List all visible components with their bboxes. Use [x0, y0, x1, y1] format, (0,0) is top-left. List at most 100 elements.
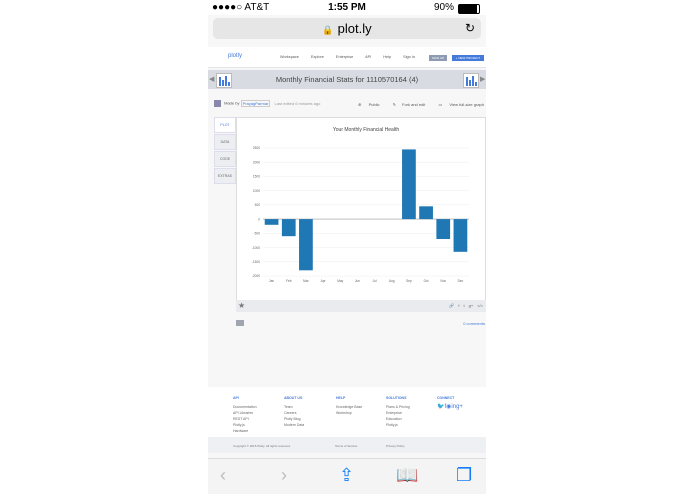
- footer-link[interactable]: Modern Data: [284, 422, 304, 428]
- footer-heading: CONNECT: [437, 396, 455, 400]
- y-tick-label: -2000: [252, 274, 260, 278]
- site-header: plotly Workspace Explore Enterprise API …: [208, 47, 486, 68]
- plot-thumbnail-small[interactable]: [236, 320, 244, 326]
- star-icon[interactable]: ★: [238, 301, 245, 310]
- monitor-icon: ▭: [438, 102, 443, 107]
- footer-heading: API: [233, 396, 239, 400]
- reload-icon[interactable]: ↻: [465, 18, 475, 39]
- site-footer: API Documentation API Libraries REST API…: [208, 387, 486, 437]
- comments-link[interactable]: 0 comments: [463, 321, 485, 326]
- url-text: plot.ly: [337, 21, 372, 36]
- next-plot-thumbnail[interactable]: [463, 73, 479, 88]
- x-tick-label: Apr: [321, 279, 327, 283]
- phone-screen: ●●●●○ AT&T 1:55 PM 90% 🔒 plot.ly ↻ plotly…: [208, 0, 486, 494]
- tab-extras[interactable]: EXTRAS: [214, 168, 236, 184]
- bar-mar: [299, 219, 313, 271]
- x-tick-label: May: [337, 279, 343, 283]
- battery-percent: 90%: [433, 2, 454, 13]
- google-plus-icon[interactable]: g+: [456, 404, 463, 410]
- tab-code[interactable]: CODE: [214, 151, 236, 167]
- nav-sign-in[interactable]: Sign In: [403, 55, 415, 59]
- fork-edit-link[interactable]: ✎ Fork and edit: [387, 102, 426, 107]
- battery-icon: [458, 4, 480, 14]
- bar-dec: [453, 219, 468, 252]
- author-link[interactable]: PrayagParmar: [240, 99, 271, 107]
- status-bar: ●●●●○ AT&T 1:55 PM 90%: [208, 0, 486, 15]
- back-icon[interactable]: ‹: [220, 465, 226, 486]
- terms-link[interactable]: Terms of Service: [335, 444, 357, 448]
- y-tick-label: 2000: [253, 160, 260, 164]
- footer-link[interactable]: Workshop: [336, 410, 362, 416]
- site-nav: Workspace Explore Enterprise API Help Si…: [280, 55, 426, 59]
- full-size-text: View full-size graph: [449, 102, 484, 107]
- bar-chart: Your Monthly Financial Health 2500 2000 150…: [252, 127, 469, 283]
- google-plus-icon[interactable]: g+: [469, 303, 474, 308]
- tab-data[interactable]: DATA: [214, 134, 236, 150]
- nav-explore[interactable]: Explore: [311, 55, 324, 59]
- x-tick-label: Nov: [440, 279, 446, 283]
- twitter-icon[interactable]: t: [464, 303, 465, 308]
- x-tick-label: Jun: [355, 279, 360, 283]
- public-label: ⊕ Public: [352, 102, 379, 107]
- footer-col-solutions: SOLUTIONS Plans & Pricing Enterprise Edu…: [386, 395, 410, 428]
- copyright-text: Copyright © 2015 Plotly. All rights rese…: [233, 444, 291, 448]
- copyright-bar: Copyright © 2015 Plotly. All rights rese…: [208, 437, 486, 453]
- y-tick-label: 2500: [253, 146, 260, 150]
- nav-api[interactable]: API: [365, 55, 371, 59]
- sign-up-button[interactable]: SIGN UP: [429, 55, 447, 61]
- social-icons: 🐦f◉ing+: [437, 404, 463, 410]
- nav-workspace[interactable]: Workspace: [280, 55, 299, 59]
- tabs-icon[interactable]: ❐: [456, 465, 472, 486]
- y-tick-label: 1500: [253, 175, 260, 179]
- new-project-button[interactable]: + NEW PROJECT: [452, 55, 484, 61]
- x-tick-label: Jan: [269, 279, 274, 283]
- bar-nov: [436, 219, 451, 240]
- footer-col-api: API Documentation API Libraries REST API…: [233, 395, 257, 434]
- y-tick-label: -1500: [252, 260, 260, 264]
- pencil-icon: ✎: [392, 102, 396, 107]
- view-full-size-link[interactable]: ▭ View full-size graph: [432, 102, 484, 107]
- y-tick-label: -500: [254, 232, 261, 236]
- x-tick-label: Feb: [286, 279, 292, 283]
- side-tabs: PLOT DATA CODE EXTRAS: [214, 117, 236, 185]
- footer-heading: SOLUTIONS: [386, 396, 407, 400]
- footer-heading: ABOUT US: [284, 396, 303, 400]
- x-tick-label: Jul: [373, 279, 377, 283]
- bookmarks-icon[interactable]: 📖: [396, 465, 418, 486]
- footer-link[interactable]: Hardware: [233, 428, 257, 434]
- lock-icon: 🔒: [322, 25, 334, 35]
- privacy-link[interactable]: Privacy Policy: [386, 444, 405, 448]
- share-icon[interactable]: ⇪: [339, 465, 354, 486]
- plot-actions: ⊕ Public ✎ Fork and edit ▭ View full-size…: [346, 102, 484, 107]
- plot-area: Your Monthly Financial Health 2500 2000 150…: [236, 117, 486, 301]
- link-icon[interactable]: 🔗: [449, 303, 454, 308]
- footer-col-connect: CONNECT 🐦f◉ing+: [437, 395, 463, 410]
- made-by: Made by PrayagParmar Last edited 6 minut…: [214, 99, 320, 107]
- embed-icon[interactable]: </>: [477, 303, 483, 308]
- safari-toolbar: ‹ › ⇪ 📖 ❐: [208, 458, 486, 494]
- nav-help[interactable]: Help: [383, 55, 391, 59]
- made-by-label: Made by: [224, 100, 240, 106]
- footer-link[interactable]: Plotly.js: [386, 422, 410, 428]
- bar-feb: [281, 219, 296, 237]
- address-bar[interactable]: 🔒 plot.ly ↻: [213, 18, 481, 39]
- forward-icon[interactable]: ›: [281, 465, 287, 486]
- footer-heading: HELP: [336, 396, 346, 400]
- nav-enterprise[interactable]: Enterprise: [336, 55, 353, 59]
- y-tick-label: -1000: [252, 246, 260, 250]
- next-arrow-icon[interactable]: ▶: [480, 75, 485, 83]
- facebook-icon[interactable]: f: [458, 303, 459, 308]
- share-icons: 🔗 f t g+ </>: [445, 303, 483, 308]
- public-text: Public: [368, 102, 380, 107]
- x-tick-label: Sep: [406, 279, 412, 283]
- y-tick-label: 1000: [253, 189, 260, 193]
- avatar: [214, 100, 221, 107]
- tab-plot[interactable]: PLOT: [214, 117, 236, 133]
- x-tick-label: Dec: [458, 279, 464, 283]
- bar-sep: [402, 149, 416, 220]
- x-tick-label: Mar: [303, 279, 309, 283]
- footer-col-about: ABOUT US Team Careers Plotly Blog Modern…: [284, 395, 304, 428]
- fork-text: Fork and edit: [402, 102, 426, 107]
- bar-oct: [419, 206, 433, 220]
- plotly-logo[interactable]: plotly: [228, 53, 242, 59]
